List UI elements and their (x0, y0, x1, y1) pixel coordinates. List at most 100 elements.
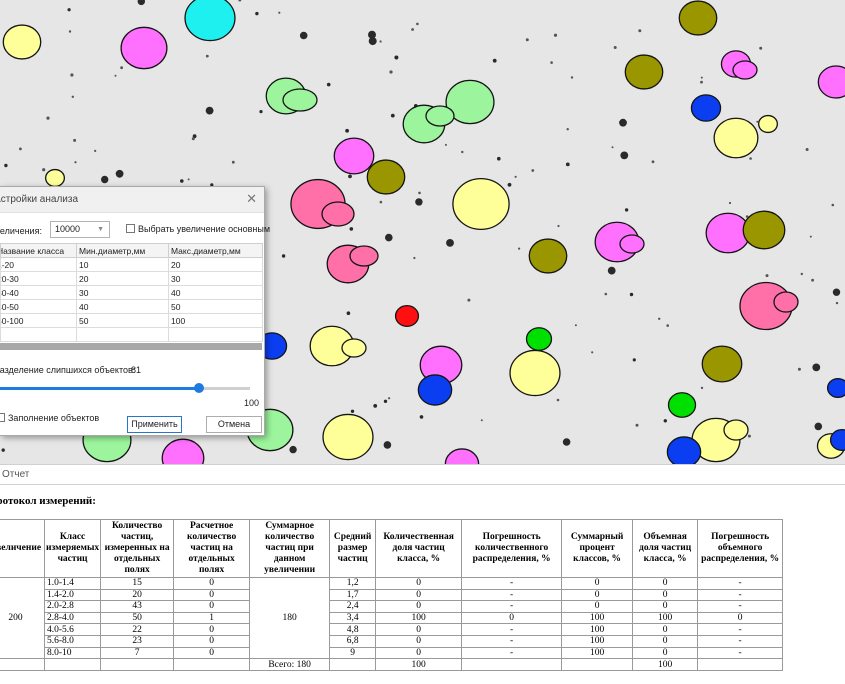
speck (19, 147, 22, 151)
fill-objects-checkbox[interactable]: Заполнение объектов (0, 413, 99, 423)
class-cell[interactable]: 40-50 (0, 299, 77, 314)
class-cell[interactable] (76, 327, 169, 342)
table-cell: 23 (100, 634, 175, 648)
class-cell[interactable] (168, 327, 263, 342)
table-cell: 0 (561, 588, 634, 602)
table-row: 2.8-4.0 50 1 3,4 100 0 100 100 0 (0, 611, 784, 625)
speck (120, 66, 123, 70)
speck (765, 274, 769, 278)
column-header: Количественная доля частиц класса, % (375, 519, 463, 578)
dialog-title: Настройки анализа (0, 194, 79, 205)
speck (281, 254, 286, 258)
class-cell[interactable]: 1-20 (0, 257, 77, 272)
column-header[interactable]: Мин.диаметр,мм (76, 243, 169, 258)
speck (591, 351, 594, 354)
base-magnification-checkbox[interactable]: Выбрать увеличение основным (126, 224, 270, 234)
table-cell: 1 (173, 611, 251, 625)
class-cell[interactable]: 30 (76, 285, 169, 300)
table-cell: 100 (561, 646, 634, 660)
table-cell: 6,8 (329, 634, 377, 648)
chevron-down-icon: ▼ (97, 226, 104, 233)
class-cell[interactable]: 50 (168, 299, 263, 314)
speck (446, 239, 454, 247)
class-row[interactable]: 1-201020 (0, 257, 263, 272)
speck (289, 445, 297, 454)
speck (835, 301, 839, 305)
table-cell: 0 (632, 646, 699, 660)
table-row: 4.0-5.6 22 0 4,8 0-100 0- (0, 623, 784, 636)
table-cell: - (461, 600, 563, 613)
speck (205, 54, 209, 58)
column-header: Увеличение (0, 519, 45, 578)
particle (690, 94, 722, 122)
class-cell[interactable]: 50 (76, 313, 169, 328)
speck (518, 247, 521, 250)
speck (461, 150, 464, 154)
fill-objects-label: Заполнение объектов (8, 413, 100, 423)
speck (574, 324, 577, 327)
class-row[interactable]: 40-504050 (0, 299, 263, 314)
speck (759, 46, 763, 50)
table-cell: - (461, 634, 563, 648)
class-cell[interactable]: 20 (168, 257, 263, 272)
magnification-select[interactable]: 10000 ▼ (50, 221, 110, 238)
speck (604, 292, 608, 296)
table-cell: 0 (173, 623, 251, 636)
speck (749, 157, 752, 160)
column-header[interactable]: Макс.диаметр,мм (168, 243, 263, 258)
class-cell[interactable]: 20-30 (0, 271, 77, 286)
table-cell: - (697, 646, 784, 660)
column-header[interactable]: Название класса (0, 243, 77, 258)
class-cell[interactable]: 30-40 (0, 285, 77, 300)
cancel-button[interactable]: Отмена (206, 416, 262, 433)
particle-lobe (425, 105, 455, 127)
speck (419, 415, 424, 419)
measurement-table-header: УвеличениеКласс измеряемых частицКоличес… (0, 519, 784, 578)
table-row: 200 1.0-1.4 15 0 180 1,2 0-0 0- (0, 576, 784, 660)
table-cell: 0 (632, 623, 699, 636)
class-row[interactable]: 20-302030 (0, 271, 263, 286)
speck (101, 175, 109, 184)
class-cell[interactable] (0, 327, 77, 342)
speck (831, 203, 835, 207)
speck (562, 438, 571, 446)
table-cell: 0 (375, 600, 463, 613)
class-cell[interactable]: 10 (76, 257, 169, 272)
class-cell[interactable]: 30 (168, 271, 263, 286)
column-header: Суммарное количество частиц при данном у… (249, 519, 331, 578)
class-row-empty[interactable] (0, 327, 263, 342)
class-cell[interactable]: 50-100 (0, 313, 77, 328)
class-cell[interactable]: 20 (76, 271, 169, 286)
table-cell: 0 (173, 634, 251, 648)
particle-lobe (732, 60, 758, 80)
speck (812, 363, 821, 372)
slider-thumb[interactable] (194, 383, 204, 393)
speck (651, 160, 655, 164)
speck (413, 256, 416, 260)
speck (497, 156, 501, 161)
class-cell[interactable]: 100 (168, 313, 263, 328)
particle (826, 377, 845, 399)
particle (509, 349, 561, 397)
close-icon[interactable]: ✕ (246, 191, 257, 207)
apply-button[interactable]: Применить (127, 416, 182, 433)
horizontal-scrollbar[interactable] (0, 343, 262, 350)
table-cell: 0 (561, 577, 634, 590)
table-row: 2.0-2.8 43 0 2,4 0-0 0- (0, 600, 784, 613)
protocol-title: Протокол измерений: (0, 495, 96, 507)
speck (191, 137, 195, 141)
class-row[interactable]: 50-10050100 (0, 313, 263, 328)
class-cell[interactable]: 40 (168, 285, 263, 300)
analysis-settings-dialog: Настройки анализа ✕ Увеличения: 10000 ▼ … (0, 186, 270, 436)
particle (120, 26, 168, 70)
speck (514, 175, 517, 178)
table-cell: 2.0-2.8 (43, 600, 102, 613)
report-tab-bar: Отчет (0, 464, 845, 485)
total-row: Всего: 180 100 100 (0, 658, 784, 672)
class-cell[interactable]: 40 (76, 299, 169, 314)
speck (550, 61, 553, 64)
class-row[interactable]: 30-403040 (0, 285, 263, 300)
separation-value: 81 (131, 365, 142, 375)
report-tab[interactable]: Отчет (2, 469, 29, 480)
speck (480, 419, 483, 422)
